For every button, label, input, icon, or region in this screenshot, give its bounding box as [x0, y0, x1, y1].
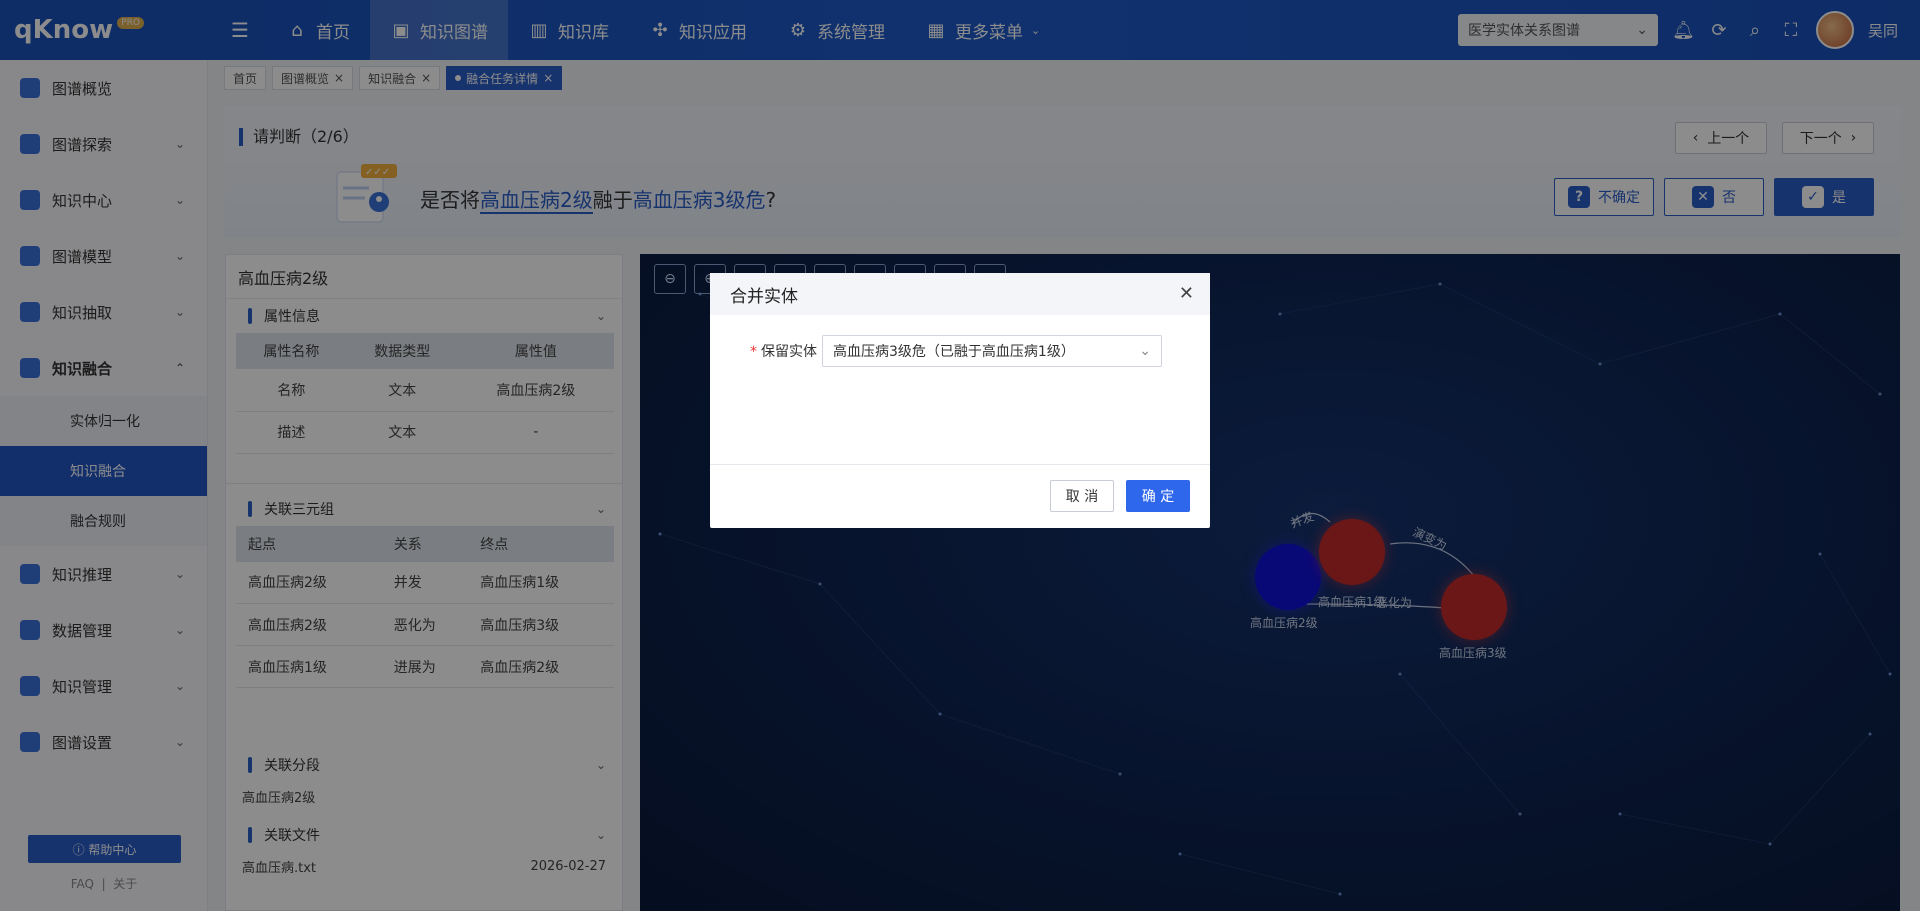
dialog-header: 合并实体 ✕ [710, 273, 1210, 315]
dialog-title: 合并实体 [730, 286, 798, 307]
label-text: 保留实体 [761, 344, 817, 360]
merge-entity-dialog: 合并实体 ✕ * 保留实体 高血压病3级危（已融于高血压病1级） ⌄ 取 消 确 定 [710, 273, 1210, 528]
close-icon[interactable]: ✕ [1179, 283, 1194, 304]
dialog-body: * 保留实体 高血压病3级危（已融于高血压病1级） ⌄ [710, 315, 1210, 465]
chevron-down-icon: ⌄ [1139, 343, 1151, 359]
cancel-button[interactable]: 取 消 [1050, 480, 1114, 512]
keep-entity-select[interactable]: 高血压病3级危（已融于高血压病1级） ⌄ [822, 335, 1162, 367]
keep-entity-label: * 保留实体 [750, 341, 822, 361]
required-mark: * [750, 344, 757, 360]
select-value: 高血压病3级危（已融于高血压病1级） [833, 344, 1075, 360]
dialog-footer: 取 消 确 定 [710, 465, 1210, 527]
confirm-button[interactable]: 确 定 [1126, 480, 1190, 512]
keep-entity-row: * 保留实体 高血压病3级危（已融于高血压病1级） ⌄ [710, 335, 1210, 367]
